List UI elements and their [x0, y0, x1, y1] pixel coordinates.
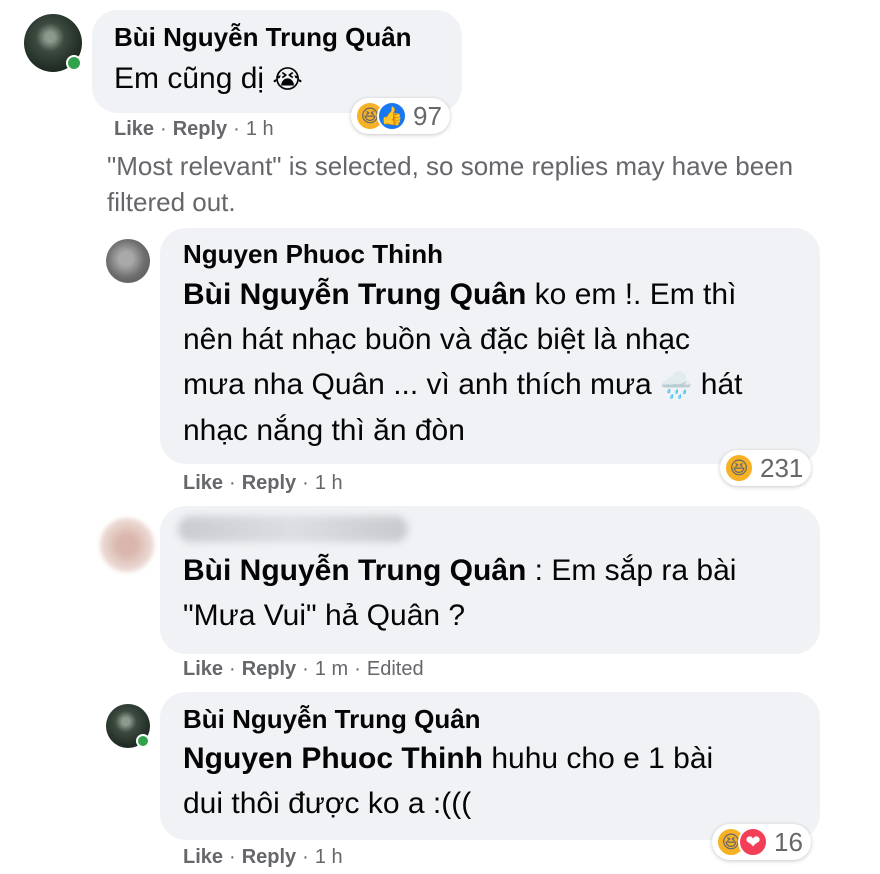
timestamp[interactable]: 1 h — [246, 118, 274, 140]
online-status-dot — [136, 734, 150, 748]
comment-actions: Like · Reply · 1 h — [114, 118, 274, 140]
reaction-summary[interactable]: 😆 231 — [720, 450, 812, 486]
crying-emoji-icon: 😭 — [272, 64, 303, 94]
reaction-summary[interactable]: 😆 ❤ 16 — [712, 824, 811, 860]
edited-label: Edited — [366, 658, 424, 680]
reply-text: Bùi Nguyễn Trung Quân : Em sắp ra bài "M… — [183, 554, 737, 632]
reply-author[interactable]: Nguyen Phuoc Thinh — [183, 239, 443, 270]
mention-link[interactable]: Bùi Nguyễn Trung Quân — [183, 554, 526, 587]
like-button[interactable]: Like — [183, 658, 223, 680]
reply-text: Nguyen Phuoc Thinh huhu cho e 1 bài dui … — [183, 742, 714, 820]
reply-text: Bùi Nguyễn Trung Quân ko em !. Em thì nê… — [183, 278, 743, 447]
reply-button[interactable]: Reply — [173, 118, 227, 140]
mention-link[interactable]: Bùi Nguyễn Trung Quân — [183, 278, 526, 311]
haha-icon: 😆 — [724, 453, 754, 483]
timestamp[interactable]: 1 h — [315, 472, 343, 494]
comment-author[interactable]: Bùi Nguyễn Trung Quân — [114, 22, 412, 53]
avatar[interactable] — [106, 239, 150, 283]
reply-button[interactable]: Reply — [242, 846, 296, 868]
filter-notice: "Most relevant" is selected, so some rep… — [107, 151, 794, 217]
avatar[interactable] — [100, 518, 154, 572]
reply-button[interactable]: Reply — [242, 658, 296, 680]
like-icon: 👍 — [377, 101, 407, 131]
mention-link[interactable]: Nguyen Phuoc Thinh — [183, 742, 483, 775]
reaction-count: 97 — [413, 100, 442, 131]
reply-actions: Like · Reply · 1 h — [183, 846, 343, 868]
comment-text: Em cũng dị 😭 — [114, 62, 303, 95]
reply-author[interactable]: Bùi Nguyễn Trung Quân — [183, 704, 481, 735]
reply-bubble: Bùi Nguyễn Trung Quân Nguyen Phuoc Thinh… — [160, 692, 820, 840]
like-button[interactable]: Like — [183, 472, 223, 494]
reply-actions: Like · Reply · 1 m · Edited — [183, 658, 424, 680]
love-icon: ❤ — [738, 827, 768, 857]
reaction-summary[interactable]: 😆 👍 97 — [351, 98, 450, 134]
reply-actions: Like · Reply · 1 h — [183, 472, 343, 494]
timestamp[interactable]: 1 m — [315, 658, 348, 680]
blurred-author-name — [178, 516, 408, 542]
like-button[interactable]: Like — [114, 118, 154, 140]
rain-cloud-emoji-icon: 🌧️ — [660, 370, 693, 400]
online-status-dot — [66, 55, 82, 71]
reaction-count: 16 — [774, 826, 803, 857]
reply-bubble: Nguyen Phuoc Thinh Bùi Nguyễn Trung Quân… — [160, 228, 820, 464]
timestamp[interactable]: 1 h — [315, 846, 343, 868]
reply-button[interactable]: Reply — [242, 472, 296, 494]
like-button[interactable]: Like — [183, 846, 223, 868]
reaction-count: 231 — [760, 452, 804, 483]
